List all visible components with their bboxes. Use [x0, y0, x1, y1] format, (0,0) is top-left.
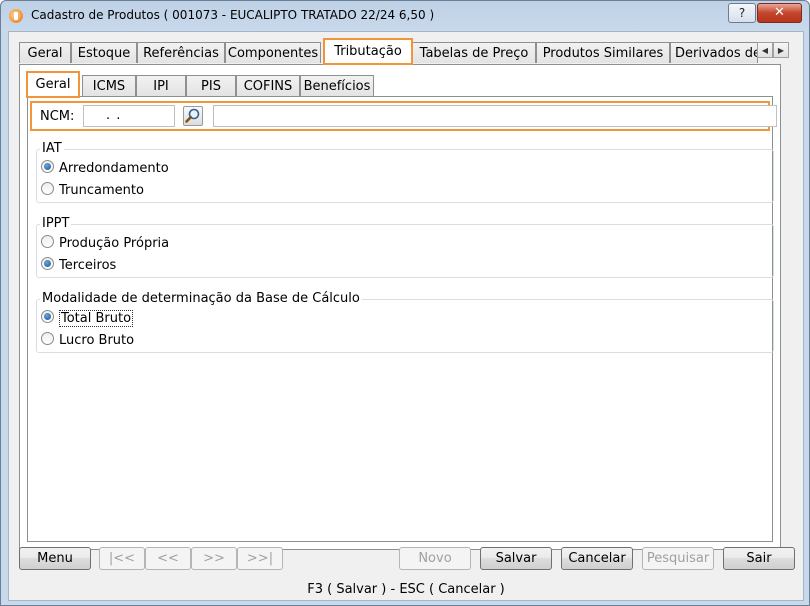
tab-derivados[interactable]: Derivados de: [670, 42, 758, 63]
title-bar: Cadastro de Produtos ( 001073 - EUCALIPT…: [1, 1, 809, 31]
radio-checked-icon: [41, 160, 54, 173]
modalidade-group-title: Modalidade de determinação da Base de Cá…: [40, 291, 362, 306]
radio-producao-propria[interactable]: Produção Própria: [41, 235, 169, 253]
radio-label: Total Bruto: [59, 310, 134, 327]
window-title: Cadastro de Produtos ( 001073 - EUCALIPT…: [31, 8, 435, 22]
radio-truncamento[interactable]: Truncamento: [41, 182, 144, 200]
app-icon: [9, 9, 23, 23]
subtab-pis[interactable]: PIS: [186, 75, 236, 96]
radio-unchecked-icon: [41, 332, 54, 345]
subtab-ipi[interactable]: IPI: [136, 75, 186, 96]
radio-label: Arredondamento: [59, 161, 169, 176]
previous-record-button[interactable]: <<: [145, 547, 191, 570]
status-bar: F3 ( Salvar ) - ESC ( Cancelar ): [307, 582, 505, 597]
geral-subpanel: NCM: . . IAT Arredondamento Truncamento …: [27, 96, 777, 542]
radio-checked-icon: [41, 310, 54, 323]
pesquisar-button[interactable]: Pesquisar: [642, 547, 714, 570]
ippt-group: IPPT Produção Própria Terceiros: [36, 216, 774, 278]
ncm-description-field[interactable]: [213, 105, 777, 127]
close-button[interactable]: ✕: [757, 3, 802, 23]
radio-arredondamento[interactable]: Arredondamento: [41, 160, 169, 178]
tab-scroll-left-icon[interactable]: ◀: [757, 42, 773, 58]
radio-lucro-bruto[interactable]: Lucro Bruto: [41, 332, 134, 350]
next-record-button[interactable]: >>: [191, 547, 237, 570]
radio-label: Terceiros: [59, 258, 117, 273]
novo-button[interactable]: Novo: [399, 547, 471, 570]
tab-tributacao[interactable]: Tributação: [323, 38, 413, 65]
last-record-button[interactable]: >>|: [237, 547, 283, 570]
tab-referencias[interactable]: Referências: [137, 42, 225, 63]
subtab-beneficios[interactable]: Benefícios: [300, 75, 374, 96]
menu-button[interactable]: Menu: [19, 547, 91, 570]
tab-tabelas-de-preco[interactable]: Tabelas de Preço: [412, 42, 536, 63]
search-icon[interactable]: [183, 106, 203, 126]
iat-group-title: IAT: [40, 141, 64, 156]
ippt-group-title: IPPT: [40, 216, 72, 231]
product-register-window: Cadastro de Produtos ( 001073 - EUCALIPT…: [0, 0, 810, 606]
tab-geral[interactable]: Geral: [19, 42, 71, 63]
tab-componentes[interactable]: Componentes: [225, 42, 321, 63]
salvar-button[interactable]: Salvar: [480, 547, 552, 570]
tab-produtos-similares[interactable]: Produtos Similares: [536, 42, 670, 63]
radio-label: Produção Própria: [59, 236, 170, 251]
tributacao-panel: Geral ICMS IPI PIS COFINS Benefícios NCM…: [19, 64, 781, 550]
ncm-input[interactable]: . .: [83, 105, 175, 127]
radio-label: Lucro Bruto: [59, 333, 135, 348]
modalidade-group: Modalidade de determinação da Base de Cá…: [36, 291, 774, 353]
radio-checked-icon: [41, 257, 54, 270]
cancelar-button[interactable]: Cancelar: [561, 547, 633, 570]
client-area: Geral Estoque Referências Componentes Tr…: [8, 31, 804, 601]
tab-scroll-right-icon[interactable]: ▶: [773, 42, 789, 58]
subtab-icms[interactable]: ICMS: [82, 75, 136, 96]
subtab-cofins[interactable]: COFINS: [236, 75, 300, 96]
radio-unchecked-icon: [41, 182, 54, 195]
tab-estoque[interactable]: Estoque: [71, 42, 137, 63]
radio-terceiros[interactable]: Terceiros: [41, 257, 116, 275]
radio-unchecked-icon: [41, 235, 54, 248]
radio-total-bruto[interactable]: Total Bruto: [41, 310, 134, 328]
first-record-button[interactable]: |<<: [99, 547, 145, 570]
ncm-label: NCM:: [40, 109, 75, 124]
sair-button[interactable]: Sair: [723, 547, 795, 570]
ncm-row: NCM: . .: [30, 101, 777, 131]
radio-label: Truncamento: [59, 183, 144, 198]
help-button[interactable]: ?: [728, 3, 756, 23]
subtab-geral[interactable]: Geral: [26, 71, 80, 98]
iat-group: IAT Arredondamento Truncamento: [36, 141, 774, 203]
